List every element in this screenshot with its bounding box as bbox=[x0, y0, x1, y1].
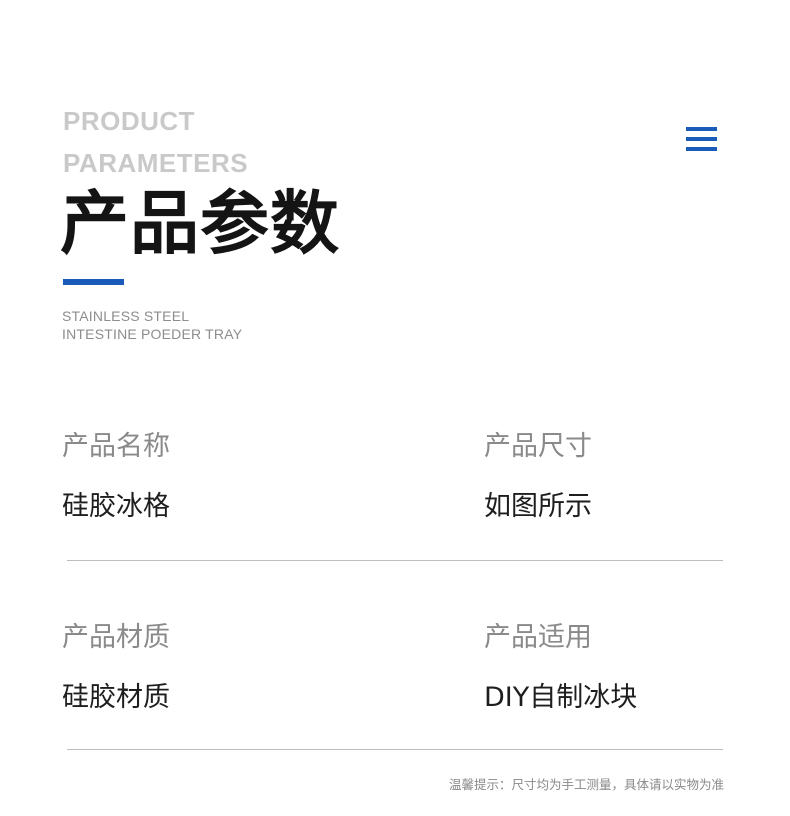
param-value-name: 硅胶冰格 bbox=[62, 491, 170, 522]
param-value-material: 硅胶材质 bbox=[62, 682, 170, 713]
param-label-size: 产品尺寸 bbox=[484, 431, 592, 462]
param-value-size: 如图所示 bbox=[484, 491, 592, 522]
menu-icon-bar bbox=[686, 147, 717, 151]
param-label-name: 产品名称 bbox=[62, 431, 170, 462]
param-value-usage: DIY自制冰块 bbox=[484, 682, 638, 713]
subtitle-line-2: INTESTINE POEDER TRAY bbox=[62, 326, 243, 342]
page-title: 产品参数 bbox=[60, 184, 340, 264]
measurement-note: 温馨提示：尺寸均为手工测量，具体请以实物为准 bbox=[448, 777, 724, 792]
menu-icon[interactable] bbox=[686, 127, 717, 153]
param-label-material: 产品材质 bbox=[62, 622, 170, 653]
row-divider bbox=[67, 560, 723, 561]
english-title-line-2: PARAMETERS bbox=[63, 148, 249, 178]
menu-icon-bar bbox=[686, 137, 717, 141]
title-accent-bar bbox=[63, 279, 124, 285]
subtitle-line-1: STAINLESS STEEL bbox=[62, 308, 190, 324]
row-divider bbox=[67, 749, 723, 750]
english-title-line-1: PRODUCT bbox=[63, 106, 196, 136]
param-label-usage: 产品适用 bbox=[484, 622, 592, 653]
menu-icon-bar bbox=[686, 127, 717, 131]
